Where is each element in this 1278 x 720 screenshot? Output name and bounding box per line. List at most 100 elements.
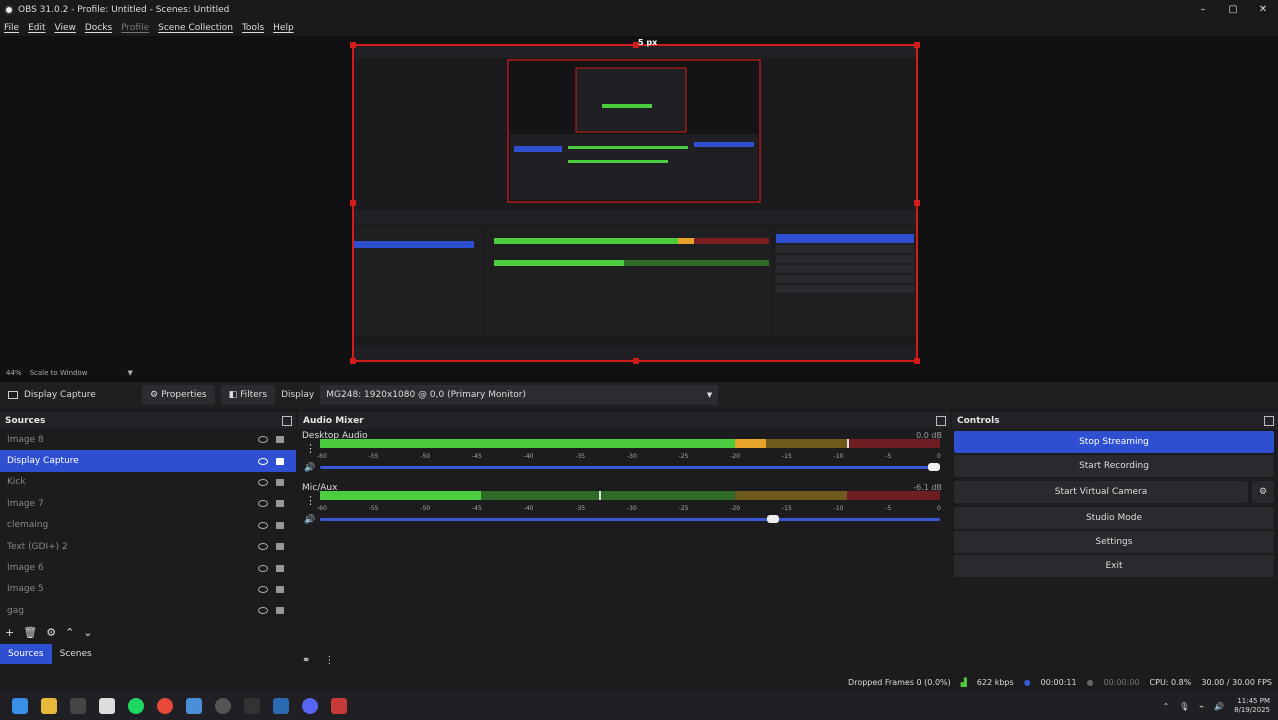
file-explorer-icon[interactable] <box>41 698 57 714</box>
mixer-channel: Mic/Aux -6.1 dB ⋮ 🔊 -60 -55 -50 -45 -40 -35 -30 -25… <box>298 481 950 533</box>
menu-dots-icon[interactable]: ⋮ <box>305 442 316 455</box>
undock-icon[interactable] <box>282 416 292 426</box>
exit-button[interactable]: Exit <box>954 555 1274 577</box>
lock-icon[interactable] <box>276 564 284 572</box>
menu-file[interactable]: File <box>4 23 19 33</box>
menu-dots-icon[interactable]: ⋮ <box>324 655 334 666</box>
source-item[interactable]: Image 8 <box>0 429 296 450</box>
scale-mode-select[interactable]: Scale to Window <box>30 369 88 377</box>
studio-mode-button[interactable]: Studio Mode <box>954 507 1274 529</box>
menu-docks[interactable]: Docks <box>85 23 112 33</box>
lock-icon[interactable] <box>276 500 284 508</box>
remove-icon[interactable]: 🗑 <box>23 626 37 639</box>
source-item[interactable]: Image 6 <box>0 557 296 578</box>
obs-icon[interactable] <box>215 698 231 714</box>
windows-start-icon[interactable] <box>12 698 28 714</box>
eye-icon[interactable] <box>258 457 268 465</box>
volume-slider[interactable] <box>320 515 940 523</box>
scale-tick: -55 <box>368 505 379 512</box>
scale-tick: -20 <box>730 505 741 512</box>
eye-icon[interactable] <box>258 564 268 572</box>
speaker-icon[interactable]: 🔊 <box>304 463 315 473</box>
eye-icon[interactable] <box>258 500 268 508</box>
source-item[interactable]: Image 7 <box>0 493 296 514</box>
eye-icon[interactable] <box>258 521 268 529</box>
lock-icon[interactable] <box>276 521 284 529</box>
capcut-icon[interactable] <box>244 698 260 714</box>
mic-icon[interactable]: 🎙 <box>1179 702 1189 711</box>
speaker-icon[interactable]: 🔊 <box>304 515 315 525</box>
settings-button[interactable]: Settings <box>954 531 1274 553</box>
chevron-up-icon[interactable]: ⌃ <box>1162 702 1169 711</box>
notepad-icon[interactable] <box>99 698 115 714</box>
menu-profile[interactable]: Profile <box>121 23 149 33</box>
source-item[interactable]: Image 5 <box>0 579 296 600</box>
move-up-icon[interactable]: ⌃ <box>65 626 74 639</box>
tab-scenes[interactable]: Scenes <box>52 644 100 664</box>
discord-icon[interactable] <box>302 698 318 714</box>
lock-icon[interactable] <box>276 436 284 444</box>
source-item[interactable]: clemaing <box>0 515 296 536</box>
resize-handle[interactable] <box>350 200 356 206</box>
menu-view[interactable]: View <box>55 23 76 33</box>
meter-scale: -60 -55 -50 -45 -40 -35 -30 -25 -20 -15 -10 -5 0 <box>317 505 941 515</box>
menu-dots-icon[interactable]: ⋮ <box>305 494 316 507</box>
tab-sources[interactable]: Sources <box>0 643 52 664</box>
steam-icon[interactable] <box>273 698 289 714</box>
eye-icon[interactable] <box>258 607 268 615</box>
clock[interactable]: 11:45 PM 8/19/2025 <box>1234 697 1270 715</box>
zoom-bar: 44% Scale to Window ▼ <box>0 364 1278 382</box>
move-down-icon[interactable]: ⌄ <box>83 626 92 639</box>
display-select[interactable]: MG248: 1920x1080 @ 0,0 (Primary Monitor)… <box>320 385 719 405</box>
eye-icon[interactable] <box>258 478 268 486</box>
filters-button[interactable]: ◧ Filters <box>220 385 276 405</box>
chrome-icon[interactable] <box>157 698 173 714</box>
back-arrow-icon[interactable] <box>70 698 86 714</box>
eye-icon[interactable] <box>258 543 268 551</box>
speaker-icon[interactable]: 🔊 <box>1214 702 1224 711</box>
source-item[interactable]: Text (GDI+) 2 <box>0 536 296 557</box>
eye-icon[interactable] <box>258 436 268 444</box>
menu-edit[interactable]: Edit <box>28 23 45 33</box>
properties-button[interactable]: ⚙ Properties <box>142 385 215 405</box>
volume-knob[interactable] <box>766 515 779 523</box>
bitrate: 622 kbps <box>976 677 1014 687</box>
volume-slider[interactable] <box>320 463 940 471</box>
source-item[interactable]: gag <box>0 600 296 621</box>
photos-icon[interactable] <box>186 698 202 714</box>
start-recording-button[interactable]: Start Recording <box>954 455 1274 477</box>
menu-tools[interactable]: Tools <box>242 23 264 33</box>
virtual-camera-settings-button[interactable]: ⚙ <box>1252 481 1274 503</box>
menu-scene-collection[interactable]: Scene Collection <box>158 23 233 33</box>
app-icon[interactable] <box>331 698 347 714</box>
undock-icon[interactable] <box>1264 416 1274 426</box>
minimize-button[interactable]: – <box>1188 0 1218 20</box>
maximize-button[interactable]: ▢ <box>1218 0 1248 20</box>
volume-knob[interactable] <box>928 463 940 471</box>
lock-icon[interactable] <box>276 478 284 486</box>
link-icon[interactable]: ⚭ <box>302 655 310 666</box>
lock-icon[interactable] <box>276 607 284 615</box>
lock-icon[interactable] <box>276 585 284 593</box>
resize-handle[interactable] <box>350 42 356 48</box>
network-icon[interactable]: ⌁ <box>1199 702 1204 711</box>
resize-handle[interactable] <box>914 42 920 48</box>
preview-canvas[interactable] <box>350 42 920 364</box>
start-virtual-camera-button[interactable]: Start Virtual Camera <box>954 481 1248 503</box>
spotify-icon[interactable] <box>128 698 144 714</box>
close-button[interactable]: ✕ <box>1248 0 1278 20</box>
resize-handle[interactable] <box>914 200 920 206</box>
chevron-down-icon[interactable]: ▼ <box>127 369 132 377</box>
stop-streaming-button[interactable]: Stop Streaming <box>954 431 1274 453</box>
source-item[interactable]: Display Capture <box>0 450 296 472</box>
add-icon[interactable]: + <box>5 626 14 639</box>
eye-icon[interactable] <box>258 585 268 593</box>
undock-icon[interactable] <box>936 416 946 426</box>
lock-icon[interactable] <box>276 543 284 551</box>
gear-icon[interactable]: ⚙ <box>46 626 56 639</box>
meter-zone <box>847 444 940 448</box>
lock-icon[interactable] <box>276 457 284 465</box>
chevron-down-icon: ▼ <box>706 391 713 399</box>
menu-help[interactable]: Help <box>273 23 294 33</box>
source-item[interactable]: Kick <box>0 472 296 493</box>
